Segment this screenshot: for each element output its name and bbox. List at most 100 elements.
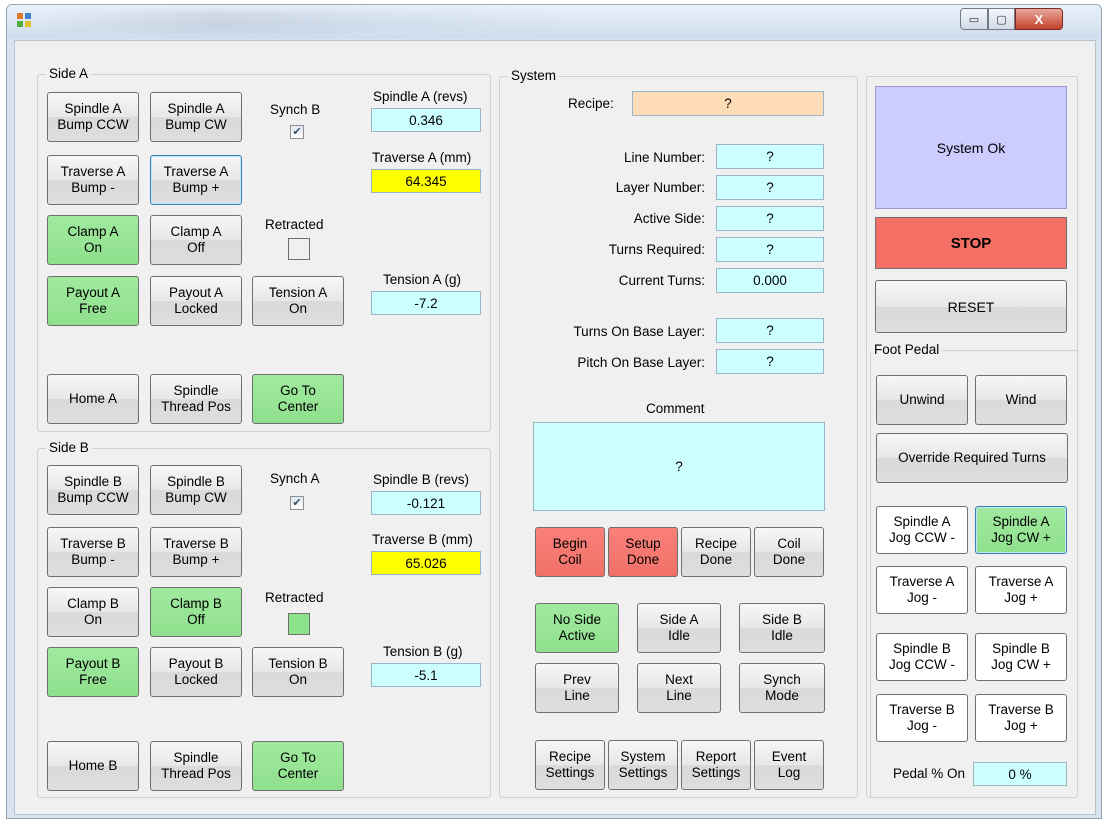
button-label: Tension B On bbox=[268, 656, 328, 687]
system-settings-button[interactable]: System Settings bbox=[608, 740, 678, 790]
payout-b-free-button[interactable]: Payout B Free bbox=[47, 647, 139, 697]
clamp-b-on-button[interactable]: Clamp B On bbox=[47, 587, 139, 637]
traverse-a-mm-label: Traverse A (mm) bbox=[372, 150, 472, 165]
wind-button[interactable]: Wind bbox=[975, 375, 1067, 425]
recipe-done-button[interactable]: Recipe Done bbox=[681, 527, 751, 577]
report-settings-button[interactable]: Report Settings bbox=[681, 740, 751, 790]
minimize-button[interactable]: ▭ bbox=[960, 8, 988, 30]
pitch-on-base-layer-value: ? bbox=[716, 349, 824, 374]
traverse-a-bump-plus-button[interactable]: Traverse A Bump + bbox=[150, 155, 242, 205]
button-label: Payout B Free bbox=[65, 656, 121, 687]
traverse-a-bump-minus-button[interactable]: Traverse A Bump - bbox=[47, 155, 139, 205]
traverse-b-mm-label: Traverse B (mm) bbox=[372, 532, 473, 547]
side-a-idle-button[interactable]: Side A Idle bbox=[637, 603, 721, 653]
coil-done-button[interactable]: Coil Done bbox=[754, 527, 824, 577]
spindle-a-bump-cw-button[interactable]: Spindle A Bump CW bbox=[150, 92, 242, 142]
unwind-button[interactable]: Unwind bbox=[876, 375, 968, 425]
recipe-value: ? bbox=[632, 91, 824, 116]
button-label: Recipe Done bbox=[694, 536, 738, 567]
foot-pedal-title: Foot Pedal bbox=[871, 342, 943, 358]
button-label: Side A Idle bbox=[659, 612, 699, 643]
button-label: Home B bbox=[68, 758, 118, 773]
go-to-center-b-button[interactable]: Go To Center bbox=[252, 741, 344, 791]
button-label: Begin Coil bbox=[552, 536, 588, 567]
current-turns-value: 0.000 bbox=[716, 268, 824, 293]
button-label: Spindle Thread Pos bbox=[161, 383, 231, 414]
no-side-active-button[interactable]: No Side Active bbox=[535, 603, 619, 653]
spindle-a-revs-label: Spindle A (revs) bbox=[373, 89, 468, 104]
tension-a-on-button[interactable]: Tension A On bbox=[252, 276, 344, 326]
button-label: Home A bbox=[68, 391, 118, 406]
spindle-a-jog-ccw-button[interactable]: Spindle A Jog CCW - bbox=[876, 506, 968, 554]
traverse-b-bump-minus-button[interactable]: Traverse B Bump - bbox=[47, 527, 139, 577]
payout-a-locked-button[interactable]: Payout A Locked bbox=[150, 276, 242, 326]
layer-number-label: Layer Number: bbox=[615, 180, 705, 195]
traverse-b-jog-minus-button[interactable]: Traverse B Jog - bbox=[876, 694, 968, 742]
recipe-label: Recipe: bbox=[568, 96, 614, 111]
button-label: Payout B Locked bbox=[168, 656, 224, 687]
reset-button[interactable]: RESET bbox=[875, 280, 1067, 333]
button-label: Clamp B Off bbox=[170, 596, 222, 627]
traverse-b-bump-plus-button[interactable]: Traverse B Bump + bbox=[150, 527, 242, 577]
next-line-button[interactable]: Next Line bbox=[637, 663, 721, 713]
recipe-settings-button[interactable]: Recipe Settings bbox=[535, 740, 605, 790]
begin-coil-button[interactable]: Begin Coil bbox=[535, 527, 605, 577]
synch-mode-button[interactable]: Synch Mode bbox=[739, 663, 825, 713]
prev-line-button[interactable]: Prev Line bbox=[535, 663, 619, 713]
retracted-a-indicator bbox=[288, 238, 310, 260]
tension-a-label: Tension A (g) bbox=[383, 272, 462, 287]
spindle-b-revs-label: Spindle B (revs) bbox=[373, 472, 470, 487]
button-label: Unwind bbox=[899, 392, 945, 407]
tension-b-on-button[interactable]: Tension B On bbox=[252, 647, 344, 697]
button-label: Side B Idle bbox=[762, 612, 802, 643]
stop-button[interactable]: STOP bbox=[875, 217, 1067, 269]
setup-done-button[interactable]: Setup Done bbox=[608, 527, 678, 577]
synch-a-label: Synch A bbox=[270, 471, 320, 486]
spindle-a-thread-pos-button[interactable]: Spindle Thread Pos bbox=[150, 374, 242, 424]
system-status-display: System Ok bbox=[875, 86, 1067, 209]
checkmark-icon: ✔ bbox=[292, 497, 302, 509]
button-label: Payout A Free bbox=[65, 285, 121, 316]
spindle-b-bump-cw-button[interactable]: Spindle B Bump CW bbox=[150, 465, 242, 515]
close-button[interactable]: X bbox=[1015, 8, 1063, 30]
traverse-a-jog-minus-button[interactable]: Traverse A Jog - bbox=[876, 566, 968, 614]
button-label: Event Log bbox=[771, 749, 807, 780]
traverse-b-jog-plus-button[interactable]: Traverse B Jog + bbox=[975, 694, 1067, 742]
clamp-a-off-button[interactable]: Clamp A Off bbox=[150, 215, 242, 265]
maximize-button[interactable]: ▢ bbox=[988, 8, 1015, 30]
tension-a-value: -7.2 bbox=[371, 291, 481, 315]
spindle-b-jog-cw-button[interactable]: Spindle B Jog CW + bbox=[975, 633, 1067, 681]
comment-field[interactable]: ? bbox=[533, 422, 825, 511]
button-label: Override Required Turns bbox=[898, 450, 1046, 465]
home-b-button[interactable]: Home B bbox=[47, 741, 139, 791]
payout-a-free-button[interactable]: Payout A Free bbox=[47, 276, 139, 326]
button-label: Clamp A On bbox=[67, 224, 119, 255]
button-label: Spindle A Bump CW bbox=[165, 101, 227, 132]
button-label: Wind bbox=[1005, 392, 1037, 407]
button-label: System Settings bbox=[618, 749, 668, 780]
spindle-b-bump-ccw-button[interactable]: Spindle B Bump CCW bbox=[47, 465, 139, 515]
button-label: Traverse B Jog + bbox=[988, 702, 1054, 733]
turns-required-value: ? bbox=[716, 237, 824, 262]
button-label: Traverse B Jog - bbox=[889, 702, 955, 733]
payout-b-locked-button[interactable]: Payout B Locked bbox=[150, 647, 242, 697]
spindle-a-bump-ccw-button[interactable]: Spindle A Bump CCW bbox=[47, 92, 139, 142]
event-log-button[interactable]: Event Log bbox=[754, 740, 824, 790]
spindle-b-jog-ccw-button[interactable]: Spindle B Jog CCW - bbox=[876, 633, 968, 681]
synch-b-checkbox[interactable]: ✔ bbox=[290, 125, 304, 139]
home-a-button[interactable]: Home A bbox=[47, 374, 139, 424]
go-to-center-a-button[interactable]: Go To Center bbox=[252, 374, 344, 424]
traverse-a-jog-plus-button[interactable]: Traverse A Jog + bbox=[975, 566, 1067, 614]
button-label: Go To Center bbox=[277, 750, 319, 781]
active-side-value: ? bbox=[716, 206, 824, 231]
override-required-turns-button[interactable]: Override Required Turns bbox=[876, 433, 1068, 483]
synch-a-checkbox[interactable]: ✔ bbox=[290, 496, 304, 510]
button-label: Traverse A Bump + bbox=[163, 164, 229, 195]
side-b-idle-button[interactable]: Side B Idle bbox=[739, 603, 825, 653]
clamp-a-on-button[interactable]: Clamp A On bbox=[47, 215, 139, 265]
clamp-b-off-button[interactable]: Clamp B Off bbox=[150, 587, 242, 637]
spindle-a-jog-cw-button[interactable]: Spindle A Jog CW + bbox=[975, 506, 1067, 554]
spindle-b-thread-pos-button[interactable]: Spindle Thread Pos bbox=[150, 741, 242, 791]
maximize-icon: ▢ bbox=[996, 13, 1007, 26]
button-label: RESET bbox=[947, 298, 995, 315]
